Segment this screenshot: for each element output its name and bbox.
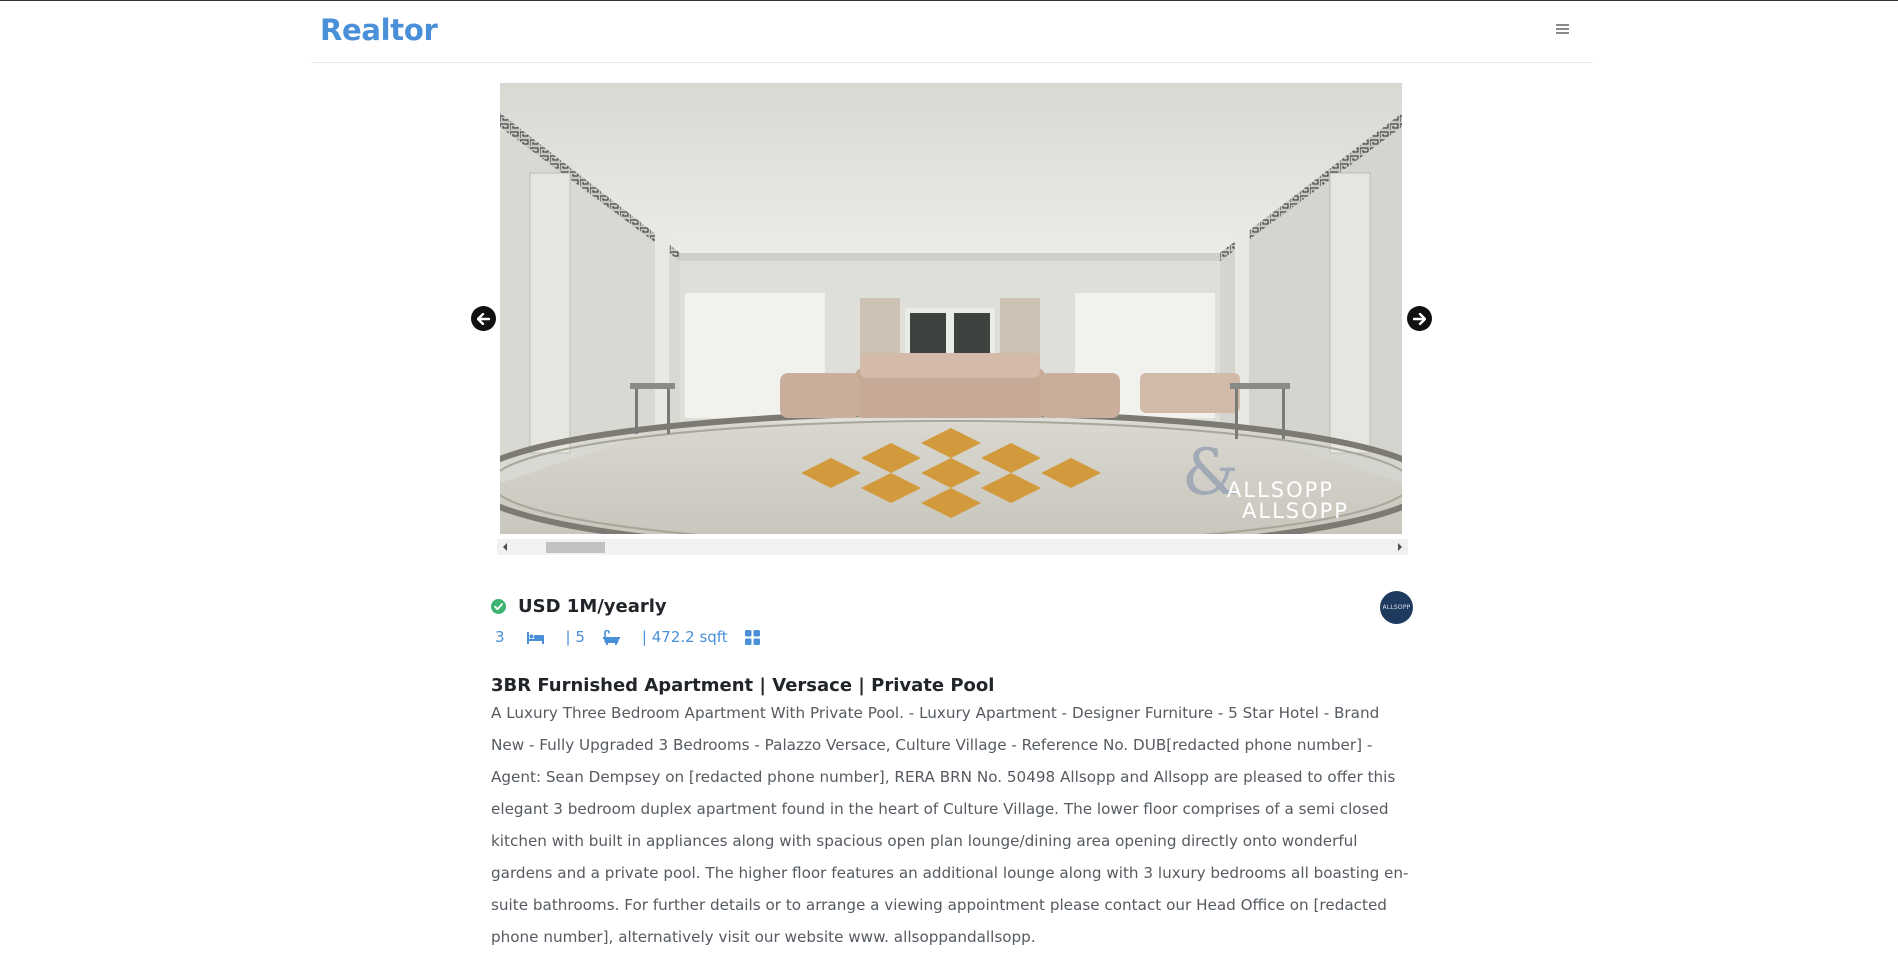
area-value: | 472.2 sqft [641, 628, 728, 646]
bath-icon [602, 629, 620, 645]
brand-logo[interactable]: Realtor [320, 13, 438, 47]
bathroom-count: | 5 [565, 628, 585, 646]
scroll-thumb[interactable] [546, 542, 605, 553]
check-circle-icon [491, 598, 506, 614]
listing-price: USD 1M/yearly [518, 595, 667, 617]
price-row: USD 1M/yearly [491, 591, 667, 621]
agency-avatar[interactable]: ALLSOPP [1380, 591, 1413, 624]
listing-title: 3BR Furnished Apartment | Versace | Priv… [491, 675, 995, 697]
property-photo[interactable]: & ALLSOPP ALLSOPP [500, 83, 1402, 534]
svg-text:ALLSOPP: ALLSOPP [1242, 499, 1349, 523]
grid-icon [744, 629, 760, 645]
gallery-scrollbar[interactable] [497, 539, 1408, 555]
bedroom-count: 3 [495, 628, 505, 646]
agency-logo-text: ALLSOPP [1382, 604, 1411, 611]
hamburger-icon[interactable] [1549, 16, 1575, 42]
scroll-left-button[interactable] [497, 539, 513, 555]
photo-carousel: & ALLSOPP ALLSOPP [497, 83, 1408, 557]
arrow-right-icon[interactable] [1407, 306, 1432, 331]
listing-description: A Luxury Three Bedroom Apartment With Pr… [491, 704, 1409, 946]
arrow-left-icon[interactable] [471, 306, 496, 331]
bed-icon [526, 631, 544, 644]
listing-features: 3 | 5 | 472.2 sqft [495, 627, 760, 647]
scroll-right-button[interactable] [1392, 539, 1408, 555]
top-navbar: Realtor [311, 1, 1593, 63]
